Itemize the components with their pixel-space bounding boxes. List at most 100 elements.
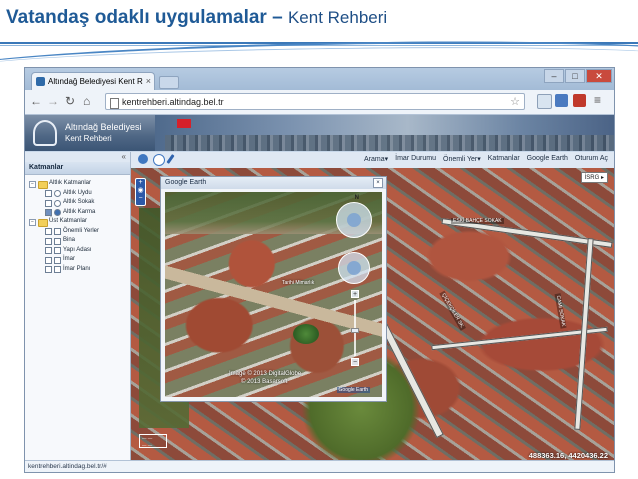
google-earth-title: Google Earth — [165, 179, 207, 186]
layer-radio[interactable] — [54, 209, 61, 216]
layer-item[interactable]: İmar Planı — [25, 265, 130, 275]
layer-checkbox[interactable] — [45, 228, 52, 235]
layer-radio[interactable] — [54, 190, 61, 197]
layer-checkbox[interactable] — [45, 256, 52, 264]
menu-item[interactable]: Oturum Aç — [575, 155, 608, 163]
layer-icon — [54, 228, 61, 235]
layer-label: Bina — [63, 237, 76, 243]
browser-window: Altındağ Belediyesi Kent R × – □ ✕ ← → ↻… — [24, 67, 615, 473]
coordinate-readout: 488363.16, 4420436.22 — [528, 451, 608, 460]
zoom-in-button[interactable]: + — [351, 290, 359, 298]
layer-item[interactable]: Altlık Uydu — [25, 189, 130, 199]
layer-checkbox[interactable] — [45, 209, 52, 216]
window-close-button[interactable]: ✕ — [586, 69, 612, 83]
layer-item[interactable]: Yapı Adası — [25, 246, 130, 256]
street-label: ÇİÇEKÇİLER SK. — [439, 290, 467, 332]
layer-checkbox[interactable] — [45, 237, 52, 245]
layer-checkbox[interactable] — [45, 199, 52, 207]
layer-item[interactable]: Altlık Sokak — [25, 198, 130, 208]
google-earth-3d-view[interactable]: N + − Tarihi Mimarlık Image © 2013 Digit… — [165, 192, 382, 397]
layer-icon — [54, 247, 61, 254]
main-menu: Arama▾ İmar Durumu Önemli Yer▾ Katmanlar Goo… — [364, 155, 608, 163]
layer-checkbox[interactable] — [45, 190, 52, 197]
home-icon[interactable]: ⌂ — [83, 94, 90, 108]
layer-checkbox[interactable] — [45, 247, 52, 254]
new-tab-button[interactable] — [159, 76, 179, 89]
layer-checkbox[interactable] — [45, 266, 52, 273]
back-icon[interactable]: ← — [30, 94, 42, 108]
reload-icon[interactable]: ↻ — [65, 94, 75, 108]
window-controls: – □ ✕ — [544, 69, 612, 83]
page-icon — [110, 98, 119, 109]
extension-icon[interactable] — [537, 94, 552, 109]
layer-radio[interactable] — [54, 199, 61, 207]
info-icon[interactable] — [153, 154, 165, 166]
globe-icon[interactable] — [138, 154, 148, 164]
browser-tab-title: Altındağ Belediyesi Kent R — [48, 77, 143, 86]
zoom-out-button[interactable]: − — [351, 358, 359, 366]
google-earth-header[interactable]: Google Earth × — [161, 177, 386, 189]
layer-group[interactable]: − Altlık Katmanlar — [25, 179, 130, 189]
menu-item[interactable]: İmar Durumu — [395, 155, 436, 163]
layer-item[interactable]: İmar — [25, 255, 130, 265]
place-label: Tarihi Mimarlık — [282, 280, 315, 286]
browser-tab[interactable]: Altındağ Belediyesi Kent R × — [31, 72, 155, 90]
layers-panel-title: Katmanlar — [25, 162, 130, 175]
basemap-switch-button[interactable]: İSRG ▸ — [580, 172, 608, 183]
layer-item[interactable]: Bina — [25, 236, 130, 246]
imagery-credit: Image © 2013 DigitalGlobe © 2013 Basarso… — [229, 370, 301, 386]
layers-panel: « Katmanlar − Altlık Katmanlar Altlık Uydu… — [25, 152, 131, 462]
layer-label: İmar Planı — [63, 265, 91, 272]
layer-label: Altlık Sokak — [63, 199, 95, 205]
navigation-bar: ← → ↻ ⌂ kentrehberi.altindag.bel.tr ☆ ≡ — [25, 90, 614, 115]
tab-close-icon[interactable]: × — [146, 73, 151, 90]
layer-item[interactable]: Önemli Yerler — [25, 227, 130, 237]
layer-group-label: Üst Katmanlar — [49, 218, 88, 224]
street-label: CAMİ SOKAK — [554, 293, 567, 329]
minimize-button[interactable]: – — [544, 69, 564, 83]
map-zoom-control[interactable]: + ◉ − — [135, 178, 146, 206]
address-bar[interactable]: kentrehberi.altindag.bel.tr ☆ — [105, 93, 525, 110]
layer-icon — [54, 266, 61, 273]
layer-icon — [54, 256, 61, 264]
extension-red-icon[interactable] — [573, 94, 586, 107]
collapse-panel-button[interactable]: « — [25, 152, 130, 162]
map-scale-icon: — — — — — [139, 434, 167, 448]
layer-label: Altlık Uydu — [63, 189, 92, 196]
maximize-button[interactable]: □ — [565, 69, 585, 83]
slide-title-bold: Vatandaş odaklı uygulamalar – — [6, 7, 283, 28]
slide-title-rest: Kent Rehberi — [287, 8, 388, 27]
google-earth-window[interactable]: Google Earth × N + − Tarihi Mimarlık Ima… — [160, 176, 387, 402]
layer-group[interactable]: − Üst Katmanlar — [25, 217, 130, 227]
collapse-toggle-icon[interactable]: − — [29, 219, 36, 226]
pan-control-icon[interactable] — [338, 252, 370, 284]
slide-divider — [0, 35, 638, 91]
slide-title: Vatandaş odaklı uygulamalar – Kent Rehbe… — [6, 7, 387, 29]
pencil-icon[interactable] — [166, 154, 175, 164]
imagery-credit-line1: Image © 2013 DigitalGlobe — [229, 371, 302, 377]
site-name: Altındağ Belediyesi — [65, 122, 142, 132]
layer-tree: − Altlık Katmanlar Altlık Uydu Altlık Sokak… — [25, 175, 130, 274]
menu-item[interactable]: Google Earth — [527, 155, 568, 163]
menu-icon[interactable]: ≡ — [594, 93, 601, 107]
menu-item[interactable]: Önemli Yer▾ — [443, 155, 481, 163]
compass-look-control-icon[interactable] — [336, 202, 372, 238]
menu-item[interactable]: Arama▾ — [364, 155, 388, 163]
layer-icon — [54, 237, 61, 245]
zoom-slider-handle[interactable] — [351, 328, 359, 334]
layer-label: İmar — [63, 256, 75, 262]
street-label: ESKİ BAHÇE SOKAK — [451, 218, 504, 224]
translate-icon[interactable] — [555, 94, 568, 107]
google-earth-close-button[interactable]: × — [373, 178, 383, 188]
imagery-credit-line2: © 2013 Basarsoft — [241, 379, 288, 385]
zoom-slider[interactable]: + − — [351, 290, 359, 366]
forward-icon[interactable]: → — [47, 94, 59, 108]
address-bar-url: kentrehberi.altindag.bel.tr — [122, 97, 224, 107]
menu-item[interactable]: Katmanlar — [488, 155, 520, 163]
layer-item[interactable]: Altlık Karma — [25, 208, 130, 218]
layer-label: Önemli Yerler — [63, 227, 100, 234]
compass-north-label: N — [354, 195, 359, 201]
collapse-toggle-icon[interactable]: − — [29, 181, 36, 188]
municipality-logo-icon — [33, 120, 57, 146]
star-icon[interactable]: ☆ — [510, 94, 520, 111]
